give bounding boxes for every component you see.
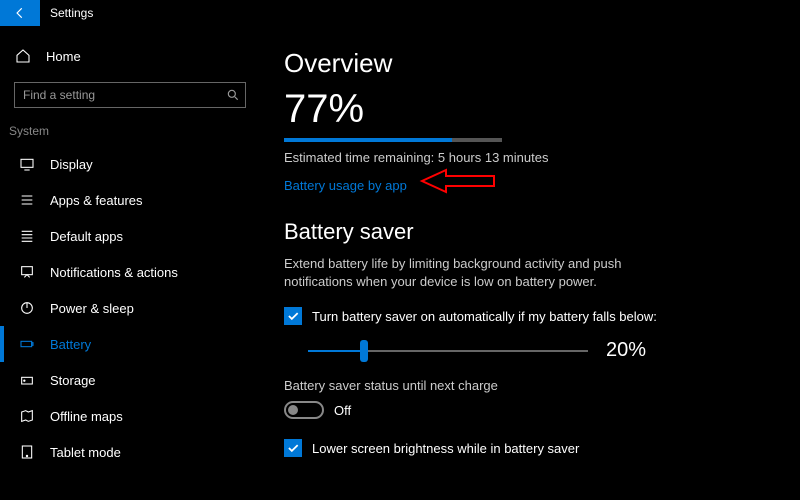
search-input[interactable]: [14, 82, 246, 108]
sidebar-label: Battery: [50, 337, 91, 352]
check-icon: [286, 441, 300, 455]
storage-icon: [18, 372, 36, 388]
sidebar-item-apps[interactable]: Apps & features: [0, 182, 260, 218]
sidebar-item-power[interactable]: Power & sleep: [0, 290, 260, 326]
notifications-icon: [18, 264, 36, 280]
back-button[interactable]: [0, 0, 40, 26]
auto-saver-checkbox[interactable]: [284, 307, 302, 325]
sidebar-item-offline-maps[interactable]: Offline maps: [0, 398, 260, 434]
battery-saver-heading: Battery saver: [284, 219, 774, 245]
power-icon: [18, 300, 36, 316]
battery-icon: [18, 336, 36, 352]
content-pane: Overview 77% Estimated time remaining: 5…: [260, 26, 800, 500]
home-label: Home: [46, 49, 81, 64]
toggle-knob: [288, 405, 298, 415]
check-icon: [286, 309, 300, 323]
battery-estimate: Estimated time remaining: 5 hours 13 min…: [284, 150, 774, 165]
sidebar-item-storage[interactable]: Storage: [0, 362, 260, 398]
back-arrow-icon: [13, 6, 27, 20]
slider-fill: [308, 350, 364, 352]
sidebar-label: Power & sleep: [50, 301, 134, 316]
sidebar-label: Offline maps: [50, 409, 123, 424]
auto-saver-label: Turn battery saver on automatically if m…: [312, 309, 657, 324]
display-icon: [18, 156, 36, 172]
sidebar-item-default-apps[interactable]: Default apps: [0, 218, 260, 254]
sidebar-item-tablet[interactable]: Tablet mode: [0, 434, 260, 470]
slider-thumb[interactable]: [360, 340, 368, 362]
battery-bar-fill: [284, 138, 452, 142]
sidebar-item-home[interactable]: Home: [0, 40, 260, 72]
sidebar-item-display[interactable]: Display: [0, 146, 260, 182]
sidebar-label: Apps & features: [50, 193, 143, 208]
saver-toggle[interactable]: [284, 401, 324, 419]
window-title: Settings: [50, 6, 93, 20]
brightness-checkbox[interactable]: [284, 439, 302, 457]
battery-usage-link[interactable]: Battery usage by app: [284, 178, 407, 193]
maps-icon: [18, 408, 36, 424]
sidebar-label: Default apps: [50, 229, 123, 244]
search-icon: [226, 88, 240, 102]
apps-icon: [18, 192, 36, 208]
sidebar-label: Storage: [50, 373, 96, 388]
default-apps-icon: [18, 228, 36, 244]
home-icon: [14, 48, 32, 64]
sidebar-label: Notifications & actions: [50, 265, 178, 280]
saver-status-label: Battery saver status until next charge: [284, 378, 774, 393]
sidebar-label: Tablet mode: [50, 445, 121, 460]
sidebar: Home System Display Apps & features Defa…: [0, 26, 260, 500]
battery-saver-desc: Extend battery life by limiting backgrou…: [284, 255, 644, 291]
battery-percent: 77%: [284, 87, 774, 132]
saver-toggle-state: Off: [334, 403, 351, 418]
brightness-label: Lower screen brightness while in battery…: [312, 441, 579, 456]
overview-heading: Overview: [284, 48, 774, 79]
section-label: System: [0, 120, 260, 146]
battery-bar: [284, 138, 502, 142]
sidebar-item-battery[interactable]: Battery: [0, 326, 260, 362]
tablet-icon: [18, 444, 36, 460]
sidebar-item-notifications[interactable]: Notifications & actions: [0, 254, 260, 290]
sidebar-label: Display: [50, 157, 93, 172]
threshold-slider[interactable]: [308, 350, 588, 352]
threshold-value: 20%: [606, 339, 646, 362]
